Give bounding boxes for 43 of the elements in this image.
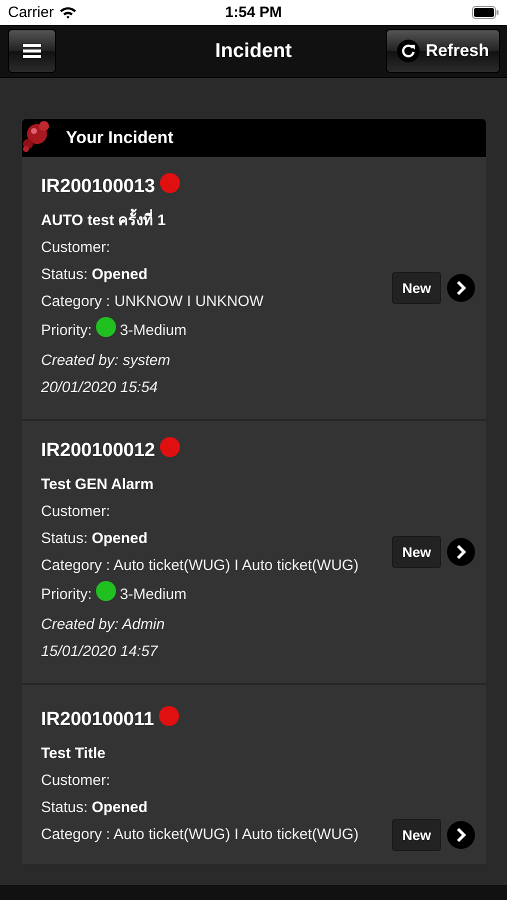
page-title: Incident [215, 40, 292, 62]
customer-label: Customer: [41, 772, 110, 789]
incident-id: IR200100013 [41, 176, 156, 198]
status-badge: New [392, 536, 441, 568]
priority-value: 3-Medium [120, 586, 187, 603]
category-text: Category : Auto ticket(WUG) I Auto ticket(WUG) [41, 826, 359, 843]
incident-title: AUTO test ครั้งที่ 1 [41, 208, 166, 232]
menu-icon [23, 44, 41, 58]
status-badge: New [392, 272, 441, 304]
clock-time: 1:54 PM [225, 4, 282, 21]
molecule-logo-icon [22, 120, 52, 152]
status-value: Opened [92, 799, 148, 816]
chevron-right-icon[interactable] [447, 274, 475, 302]
refresh-icon [397, 38, 420, 64]
incident-title: Test GEN Alarm [41, 476, 154, 492]
created-by-text: Created by: system [41, 352, 170, 368]
priority-value: 3-Medium [120, 322, 187, 339]
chevron-right-icon[interactable] [447, 821, 475, 849]
carrier-label: Carrier [8, 4, 54, 21]
chevron-right-icon[interactable] [447, 538, 475, 566]
incident-id: IR200100012 [41, 440, 156, 462]
status-label: Status: [41, 799, 88, 816]
incident-id: IR200100011 [41, 709, 154, 731]
customer-label: Customer: [41, 238, 110, 256]
menu-button[interactable] [8, 29, 56, 73]
priority-label: Priority: [41, 322, 92, 339]
category-text: Category : UNKNOW I UNKNOW [41, 292, 264, 310]
incident-title: Test Title [41, 745, 106, 762]
refresh-button[interactable]: Refresh [386, 29, 500, 73]
status-value: Opened [92, 266, 148, 282]
category-text: Category : Auto ticket(WUG) I Auto ticket(WUG) [41, 556, 359, 574]
customer-label: Customer: [41, 502, 110, 520]
priority-label: Priority: [41, 586, 92, 603]
status-label: Status: [41, 530, 88, 546]
status-badge: New [392, 819, 441, 851]
created-date: 15/01/2020 14:57 [41, 642, 158, 660]
battery-icon [472, 6, 499, 19]
panel-title: Your Incident [66, 128, 174, 148]
wifi-icon [58, 6, 77, 19]
created-by-text: Created by: Admin [41, 616, 165, 632]
created-date: 20/01/2020 15:54 [41, 378, 158, 396]
status-value: Opened [92, 530, 148, 546]
status-label: Status: [41, 266, 88, 282]
